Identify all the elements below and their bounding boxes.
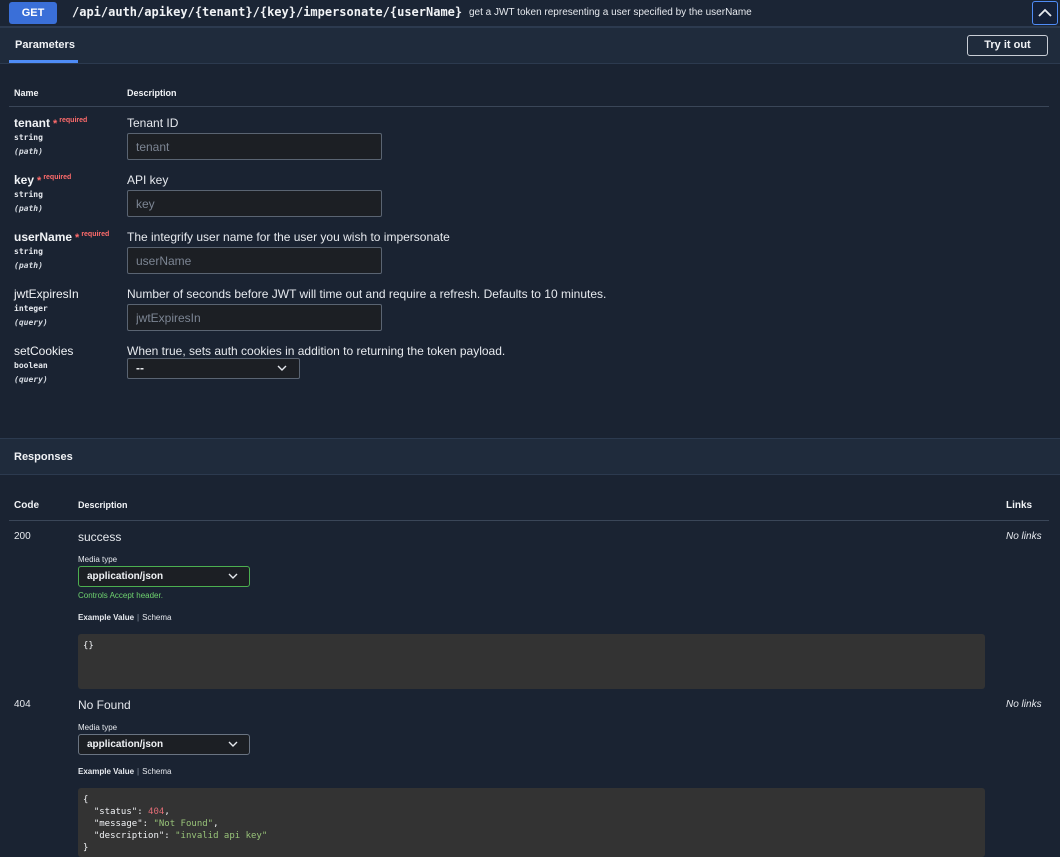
- response-code: 404: [14, 699, 31, 710]
- param-type: string: [14, 247, 43, 256]
- media-type-label: Media type: [78, 555, 118, 564]
- col-header-name: Name: [14, 88, 39, 98]
- response-links: No links: [1006, 699, 1042, 710]
- response-code: 200: [14, 531, 31, 542]
- response-links: No links: [1006, 531, 1042, 542]
- parameters-bar: [0, 27, 1060, 64]
- example-tabs: Example Value | Schema: [78, 767, 172, 776]
- tab-parameters[interactable]: Parameters: [9, 28, 78, 63]
- param-location: (path): [14, 147, 43, 156]
- param-location: (query): [14, 375, 48, 384]
- col-header-links: Links: [1006, 500, 1033, 511]
- param-location: (query): [14, 318, 48, 327]
- endpoint-path: /api/auth/apikey/{tenant}/{key}/imperson…: [72, 5, 463, 19]
- param-name-key: key * required: [14, 173, 72, 187]
- param-location: (path): [14, 204, 43, 213]
- setcookies-select[interactable]: --: [127, 358, 300, 379]
- param-name-jwtexpiresin: jwtExpiresIn: [14, 287, 79, 301]
- param-name-tenant: tenant * required: [14, 116, 88, 130]
- endpoint-summary: get a JWT token representing a user spec…: [469, 7, 752, 18]
- param-description: Number of seconds before JWT will time o…: [127, 287, 607, 301]
- chevron-up-icon: [1038, 8, 1052, 17]
- username-input[interactable]: [127, 247, 382, 274]
- response-description: No Found: [78, 698, 131, 712]
- key-input[interactable]: [127, 190, 382, 217]
- example-tabs: Example Value | Schema: [78, 613, 172, 622]
- select-value: application/json: [87, 571, 164, 582]
- col-header-code: Code: [14, 500, 39, 511]
- example-code-block: { "status": 404, "message": "Not Found",…: [78, 788, 985, 857]
- chevron-down-icon: [228, 573, 238, 579]
- responses-bar: [0, 438, 1060, 475]
- tab-schema[interactable]: Schema: [142, 613, 171, 622]
- param-description: The integrify user name for the user you…: [127, 230, 450, 244]
- divider: [9, 520, 1049, 521]
- collapse-button[interactable]: [1032, 1, 1058, 25]
- param-location: (path): [14, 261, 43, 270]
- tenant-input[interactable]: [127, 133, 382, 160]
- try-it-out-button[interactable]: Try it out: [967, 35, 1048, 56]
- chevron-down-icon: [228, 741, 238, 747]
- tab-example-value[interactable]: Example Value: [78, 613, 134, 622]
- param-type: integer: [14, 304, 48, 313]
- controls-accept-note: Controls Accept header.: [78, 591, 163, 600]
- col-header-description: Description: [127, 88, 177, 98]
- chevron-down-icon: [277, 365, 287, 371]
- param-description: When true, sets auth cookies in addition…: [127, 344, 506, 358]
- required-star: *: [37, 175, 42, 187]
- responses-title: Responses: [14, 451, 73, 463]
- param-type: boolean: [14, 361, 48, 370]
- required-label: required: [59, 117, 88, 124]
- param-description: Tenant ID: [127, 116, 179, 130]
- required-label: required: [43, 174, 72, 181]
- media-type-select[interactable]: application/json: [78, 734, 250, 755]
- select-value: application/json: [87, 739, 164, 750]
- method-badge: GET: [9, 2, 57, 24]
- response-description: success: [78, 530, 122, 544]
- operation-header[interactable]: GET /api/auth/apikey/{tenant}/{key}/impe…: [0, 0, 1060, 27]
- param-type: string: [14, 133, 43, 142]
- media-type-select[interactable]: application/json: [78, 566, 250, 587]
- col-header-description: Description: [78, 500, 128, 510]
- param-description: API key: [127, 173, 169, 187]
- tab-example-value[interactable]: Example Value: [78, 767, 134, 776]
- param-name-username: userName * required: [14, 230, 110, 244]
- param-type: string: [14, 190, 43, 199]
- tab-schema[interactable]: Schema: [142, 767, 171, 776]
- divider: [9, 106, 1049, 107]
- example-code-block: {}: [78, 634, 985, 689]
- select-value: --: [136, 361, 144, 375]
- jwtexpiresin-input[interactable]: [127, 304, 382, 331]
- required-star: *: [53, 118, 58, 130]
- required-star: *: [75, 232, 80, 244]
- param-name-setcookies: setCookies: [14, 344, 74, 358]
- required-label: required: [81, 231, 110, 238]
- media-type-label: Media type: [78, 723, 118, 732]
